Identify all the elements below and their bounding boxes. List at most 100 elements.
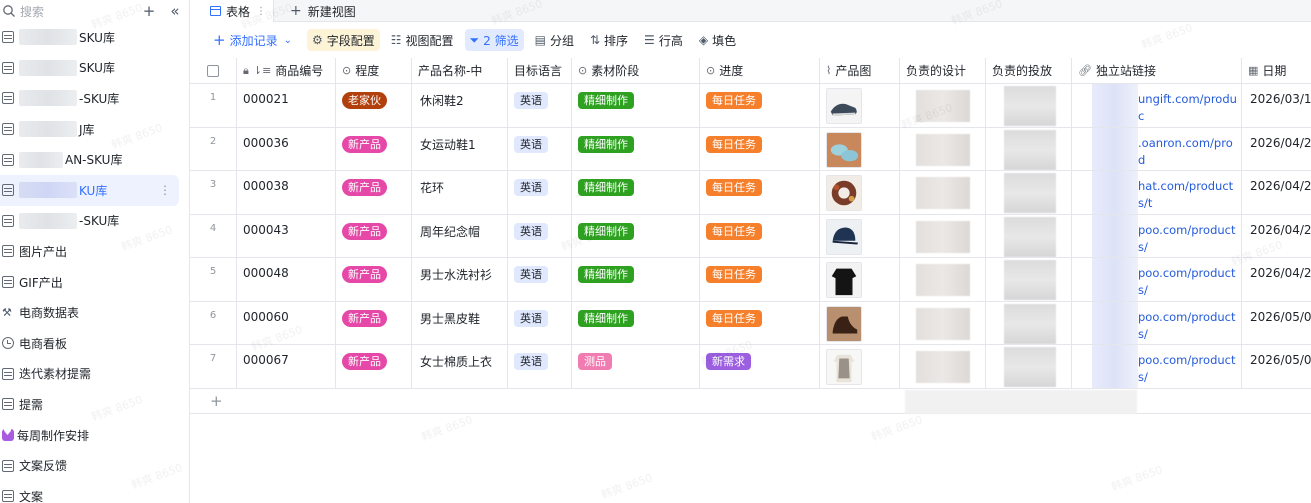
sort-button[interactable]: ⇅ 排序: [585, 29, 633, 51]
cell-material-stage[interactable]: 精细制作: [572, 171, 700, 214]
cell-product-code[interactable]: 000067: [237, 345, 336, 388]
sidebar-item[interactable]: -SKU库: [0, 83, 189, 114]
cell-ad-owner[interactable]: [986, 301, 1072, 344]
cell-product-image[interactable]: [820, 345, 900, 388]
cell-ad-owner[interactable]: [986, 214, 1072, 257]
cell-progress[interactable]: 每日任务: [700, 127, 820, 170]
add-row[interactable]: +: [190, 388, 1311, 414]
header-designer[interactable]: 负责的设计: [900, 58, 986, 83]
cell-degree[interactable]: 新产品: [336, 345, 412, 388]
header-product-code[interactable]: 🔒︎ ⇂≡ 商品编号: [237, 58, 336, 83]
cell-product-code[interactable]: 000048: [237, 258, 336, 301]
cell-ad-owner[interactable]: [986, 171, 1072, 214]
cell-site-link[interactable]: hat.com/products/t wasnt-made-to-...: [1072, 171, 1242, 214]
site-link[interactable]: hat.com/products/t wasnt-made-to-...: [1138, 178, 1241, 214]
add-row-plus-icon[interactable]: +: [210, 392, 223, 410]
cell-ad-owner[interactable]: [986, 84, 1072, 127]
select-all-checkbox-cell[interactable]: [190, 58, 237, 83]
cell-degree[interactable]: 新产品: [336, 127, 412, 170]
table-row[interactable]: 4 000043 新产品 周年纪念帽 英语 精细制作 每日任务 poo.com/product…: [190, 214, 1311, 258]
header-date[interactable]: ▦ 日期: [1242, 58, 1311, 83]
cell-date[interactable]: 2026/04/29: [1242, 258, 1311, 301]
cell-target-lang[interactable]: 英语: [508, 345, 572, 388]
cell-degree[interactable]: 新产品: [336, 301, 412, 344]
cell-target-lang[interactable]: 英语: [508, 301, 572, 344]
sidebar-item[interactable]: 图片产出: [0, 236, 189, 267]
table-row[interactable]: 2 000036 新产品 女运动鞋1 英语 精细制作 每日任务 .oanron.com/pro…: [190, 127, 1311, 171]
sidebar-item[interactable]: GIF产出: [0, 267, 189, 298]
product-thumbnail[interactable]: [826, 218, 862, 258]
header-degree[interactable]: ⊙ 程度: [336, 58, 412, 83]
add-icon[interactable]: +: [141, 3, 157, 19]
cell-ad-owner[interactable]: [986, 127, 1072, 170]
product-thumbnail[interactable]: [826, 262, 862, 301]
sidebar-item[interactable]: 迭代素材提需: [0, 359, 189, 390]
cell-date[interactable]: 2026/04/22: [1242, 128, 1311, 171]
cell-degree[interactable]: 新产品: [336, 171, 412, 214]
cell-product-code[interactable]: 000021: [237, 84, 336, 127]
cell-degree[interactable]: 老家伙: [336, 84, 412, 127]
product-thumbnail[interactable]: [826, 88, 862, 127]
sidebar-item[interactable]: KU库 ⋮: [0, 174, 179, 206]
sidebar-item[interactable]: J库: [0, 114, 189, 145]
cell-progress[interactable]: 新需求: [700, 345, 820, 388]
header-ad-owner[interactable]: 负责的投放: [986, 58, 1072, 83]
cell-product-name[interactable]: 休闲鞋2: [412, 84, 508, 127]
add-record-button[interactable]: + 添加记录 ⌄: [208, 29, 297, 51]
cell-target-lang[interactable]: 英语: [508, 214, 572, 257]
cell-site-link[interactable]: poo.com/products/es-of-america-2...: [1072, 214, 1242, 257]
header-site-link[interactable]: 🔗︎ 独立站链接: [1072, 58, 1242, 83]
cell-ad-owner[interactable]: [986, 345, 1072, 388]
cell-designer[interactable]: [900, 84, 986, 127]
cell-designer[interactable]: [900, 345, 986, 388]
site-link[interactable]: .oanron.com/prod e-60-offwomen...: [1138, 135, 1241, 171]
view-config-button[interactable]: ☷ 视图配置: [386, 29, 459, 51]
fill-color-button[interactable]: ◈ 填色: [694, 29, 741, 51]
product-thumbnail[interactable]: [826, 175, 862, 214]
cell-designer[interactable]: [900, 301, 986, 344]
cell-site-link[interactable]: .oanron.com/prod e-60-offwomen...: [1072, 127, 1242, 171]
product-thumbnail[interactable]: [826, 349, 862, 388]
cell-product-image[interactable]: [820, 258, 900, 301]
cell-progress[interactable]: 每日任务: [700, 171, 820, 214]
header-product-name[interactable]: 产品名称-中: [412, 58, 508, 83]
more-icon[interactable]: ⋮: [159, 183, 171, 197]
site-link[interactable]: poo.com/products/a-and-cotton-top...: [1138, 352, 1241, 388]
cell-product-name[interactable]: 周年纪念帽: [412, 214, 508, 257]
cell-product-image[interactable]: [820, 84, 900, 127]
cell-site-link[interactable]: poo.com/products/c-vintage-wash...: [1072, 258, 1242, 301]
more-icon[interactable]: ⋮: [256, 6, 266, 17]
cell-designer[interactable]: [900, 214, 986, 257]
sidebar-item[interactable]: SKU库: [0, 53, 189, 84]
cell-material-stage[interactable]: 精细制作: [572, 127, 700, 170]
filter-button[interactable]: ⏷ 2 筛选: [464, 29, 524, 51]
group-button[interactable]: ▤ 分组: [530, 29, 579, 51]
cell-product-image[interactable]: [820, 171, 900, 214]
chevron-down-icon[interactable]: ⌄: [284, 35, 292, 46]
sidebar-item[interactable]: 每周制作安排: [0, 420, 189, 451]
cell-designer[interactable]: [900, 258, 986, 301]
cell-date[interactable]: 2026/04/24: [1242, 215, 1311, 258]
new-view-button[interactable]: + 新建视图: [290, 0, 356, 22]
sidebar-item[interactable]: 提需: [0, 389, 189, 420]
cell-designer[interactable]: [900, 127, 986, 170]
site-link[interactable]: poo.com/products/c-vintage-wash...: [1138, 265, 1241, 301]
header-material-stage[interactable]: ⊙ 素材阶段: [572, 58, 700, 83]
cell-product-name[interactable]: 花环: [412, 171, 508, 214]
cell-target-lang[interactable]: 英语: [508, 258, 572, 301]
product-thumbnail[interactable]: [826, 305, 862, 345]
header-product-image[interactable]: ⌇ 产品图: [820, 58, 900, 83]
sidebar-search[interactable]: 搜索 + «: [0, 0, 189, 22]
cell-progress[interactable]: 每日任务: [700, 301, 820, 344]
header-target-lang[interactable]: 目标语言: [508, 58, 572, 83]
cell-product-code[interactable]: 000043: [237, 214, 336, 257]
table-row[interactable]: 1 000021 老家伙 休闲鞋2 英语 精细制作 每日任务 ungift.com/produ…: [190, 84, 1311, 128]
cell-date[interactable]: 2026/03/10: [1242, 84, 1311, 127]
table-row[interactable]: 6 000060 新产品 男士黑皮鞋 英语 精细制作 每日任务 poo.com/product…: [190, 301, 1311, 345]
sidebar-item[interactable]: 电商看板: [0, 328, 189, 359]
cell-date[interactable]: 2026/05/06: [1242, 302, 1311, 345]
sidebar-item[interactable]: 文案反馈: [0, 450, 189, 481]
tab-table-view[interactable]: 表格 ⋮: [190, 0, 274, 22]
cell-ad-owner[interactable]: [986, 258, 1072, 301]
sidebar-item[interactable]: AN-SKU库: [0, 144, 189, 175]
